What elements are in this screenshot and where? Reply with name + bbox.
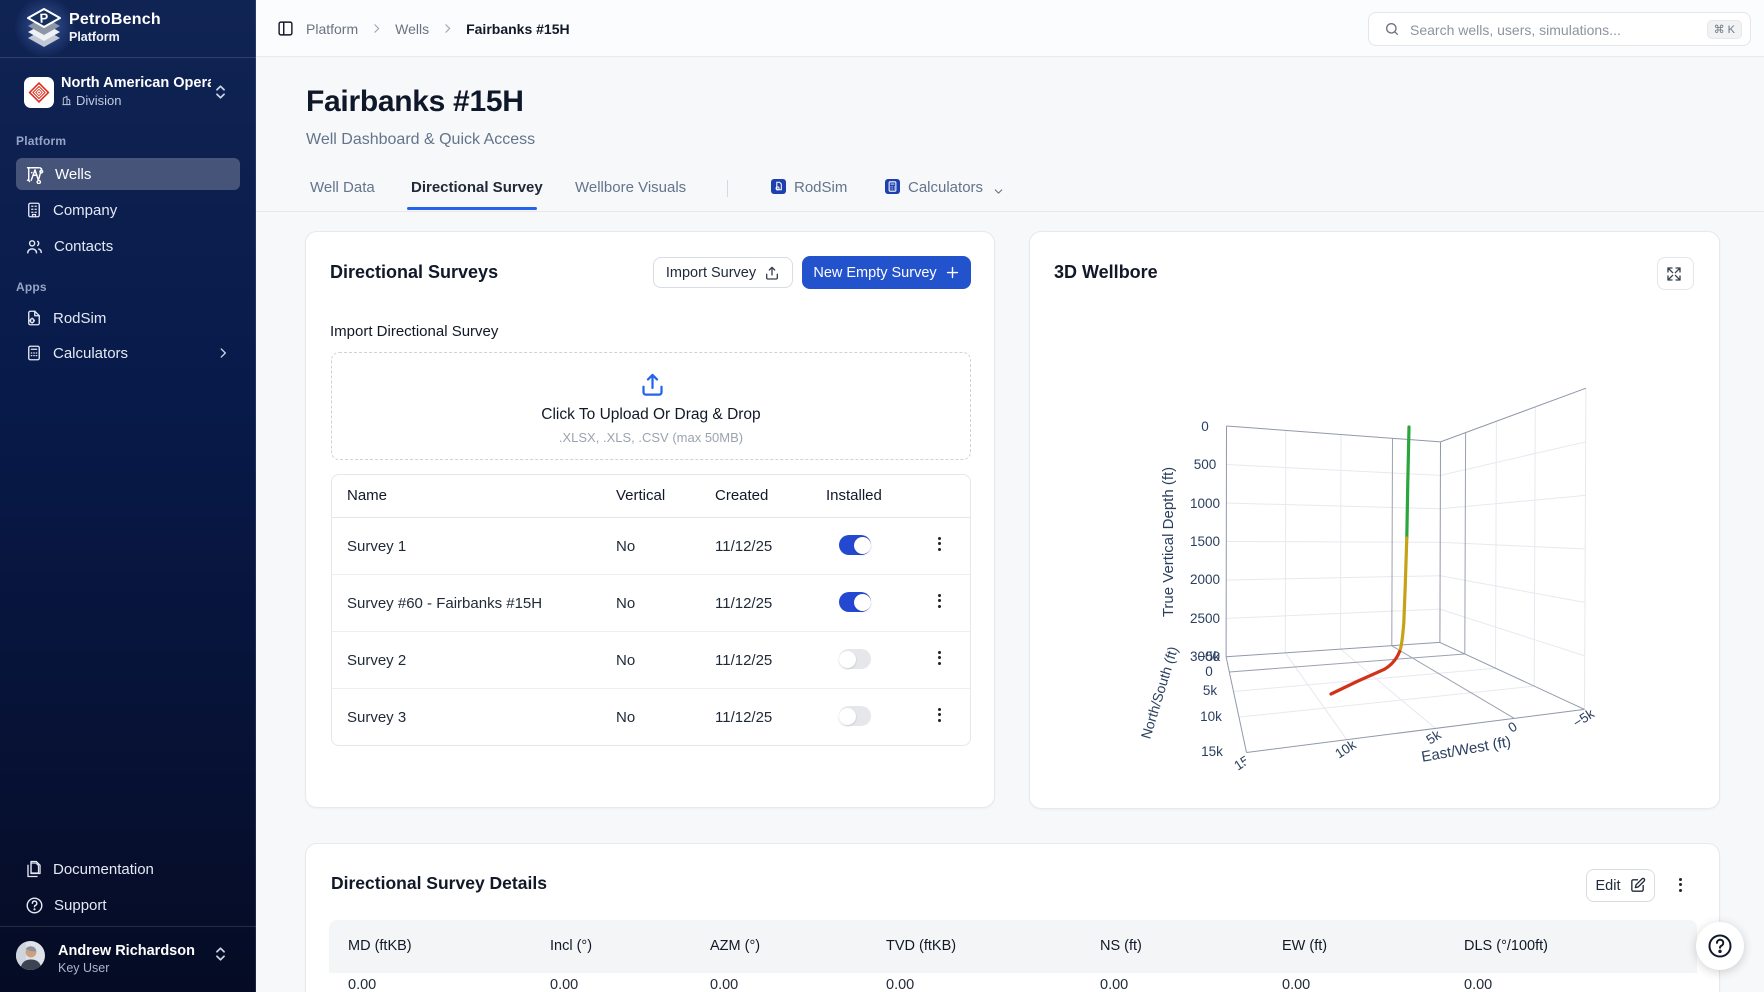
svg-text:−5k: −5k [1570, 706, 1597, 731]
svg-text:2500: 2500 [1190, 611, 1220, 626]
svg-text:15k: 15k [1201, 744, 1223, 759]
svg-text:2000: 2000 [1190, 572, 1220, 587]
svg-text:True Vertical Depth (ft): True Vertical Depth (ft) [1160, 467, 1177, 617]
svg-text:10k: 10k [1200, 709, 1222, 724]
svg-text:P: P [39, 10, 49, 25]
svg-text:North/South (ft): North/South (ft) [1138, 644, 1181, 740]
svg-text:0: 0 [1201, 419, 1209, 434]
svg-text:1500: 1500 [1190, 534, 1220, 549]
svg-text:5k: 5k [1203, 683, 1218, 698]
svg-text:500: 500 [1194, 457, 1217, 472]
svg-text:−5k: −5k [1198, 649, 1220, 664]
svg-text:1000: 1000 [1190, 496, 1220, 511]
svg-text:0: 0 [1205, 664, 1213, 679]
